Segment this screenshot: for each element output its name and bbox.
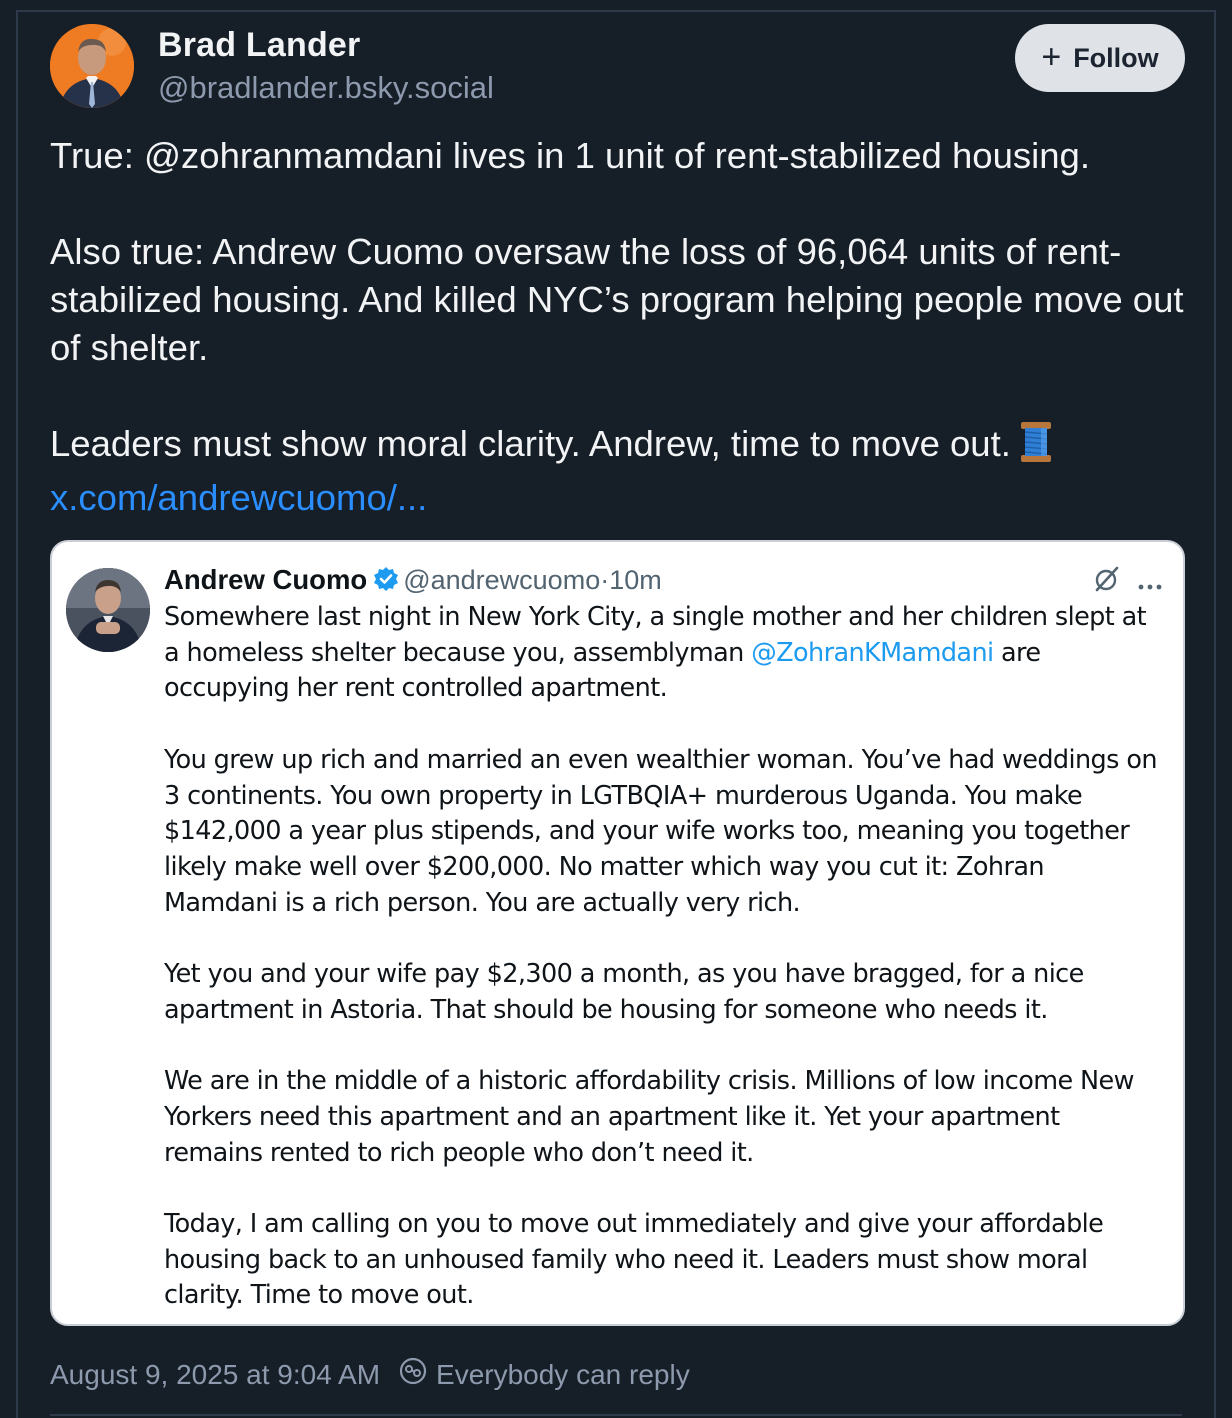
embedded-screenshot[interactable]: Andrew Cuomo @andrewcuomo·10m Somewhere … bbox=[50, 540, 1185, 1326]
post-paragraph: Leaders must show moral clarity. Andrew,… bbox=[50, 420, 1185, 522]
post-paragraph-text: Leaders must show moral clarity. Andrew,… bbox=[50, 423, 1011, 464]
post-text: True: @zohranmamdani lives in 1 unit of … bbox=[50, 132, 1185, 522]
embedded-tweet-text: Somewhere last night in New York City, a… bbox=[164, 600, 1164, 1314]
post-footer: August 9, 2025 at 9:04 AM Everybody can … bbox=[50, 1356, 690, 1393]
post: Brad Lander @bradlander.bsky.social + Fo… bbox=[50, 24, 1185, 1390]
post-paragraph: Also true: Andrew Cuomo oversaw the loss… bbox=[50, 231, 1184, 368]
divider bbox=[50, 1414, 1182, 1416]
embedded-author-avatar bbox=[66, 568, 150, 652]
embedded-paragraph: We are in the middle of a historic affor… bbox=[164, 1066, 1134, 1168]
embedded-paragraph: Somewhere last night in New York City, a… bbox=[164, 600, 1164, 707]
plus-icon: + bbox=[1041, 37, 1062, 76]
post-header: Brad Lander @bradlander.bsky.social + Fo… bbox=[50, 24, 1185, 110]
follow-label: Follow bbox=[1073, 42, 1159, 73]
reply-settings[interactable]: Everybody can reply bbox=[398, 1356, 690, 1393]
embedded-paragraph: You grew up rich and married an even wea… bbox=[164, 744, 1158, 918]
embedded-tweet-header: Andrew Cuomo @andrewcuomo·10m bbox=[164, 564, 1163, 600]
embedded-tweet-actions bbox=[1093, 564, 1163, 600]
more-options-icon bbox=[1137, 567, 1163, 598]
embedded-time: 10m bbox=[609, 565, 662, 595]
author-handle[interactable]: @bradlander.bsky.social bbox=[158, 70, 494, 106]
grok-icon bbox=[1093, 565, 1121, 600]
mention-link: @ZohranKMamdani bbox=[751, 637, 994, 668]
embedded-author-name: Andrew Cuomo bbox=[164, 564, 368, 595]
embedded-paragraph: Today, I am calling on you to move out i… bbox=[164, 1208, 1104, 1311]
verified-badge-icon bbox=[373, 566, 399, 599]
spool-of-thread-icon bbox=[1019, 422, 1053, 474]
reply-settings-icon bbox=[398, 1356, 428, 1393]
author-avatar[interactable] bbox=[50, 24, 134, 108]
embedded-author-handle: @andrewcuomo bbox=[403, 565, 601, 595]
external-link[interactable]: x.com/andrewcuomo/... bbox=[50, 477, 427, 518]
post-timestamp: August 9, 2025 at 9:04 AM bbox=[50, 1358, 381, 1390]
embedded-paragraph: Yet you and your wife pay $2,300 a month… bbox=[164, 959, 1084, 1025]
reply-settings-label: Everybody can reply bbox=[436, 1358, 690, 1390]
author-name[interactable]: Brad Lander bbox=[158, 26, 360, 65]
time-separator: · bbox=[600, 565, 610, 595]
follow-button[interactable]: + Follow bbox=[1015, 24, 1185, 92]
post-paragraph: True: @zohranmamdani lives in 1 unit of … bbox=[50, 135, 1090, 176]
